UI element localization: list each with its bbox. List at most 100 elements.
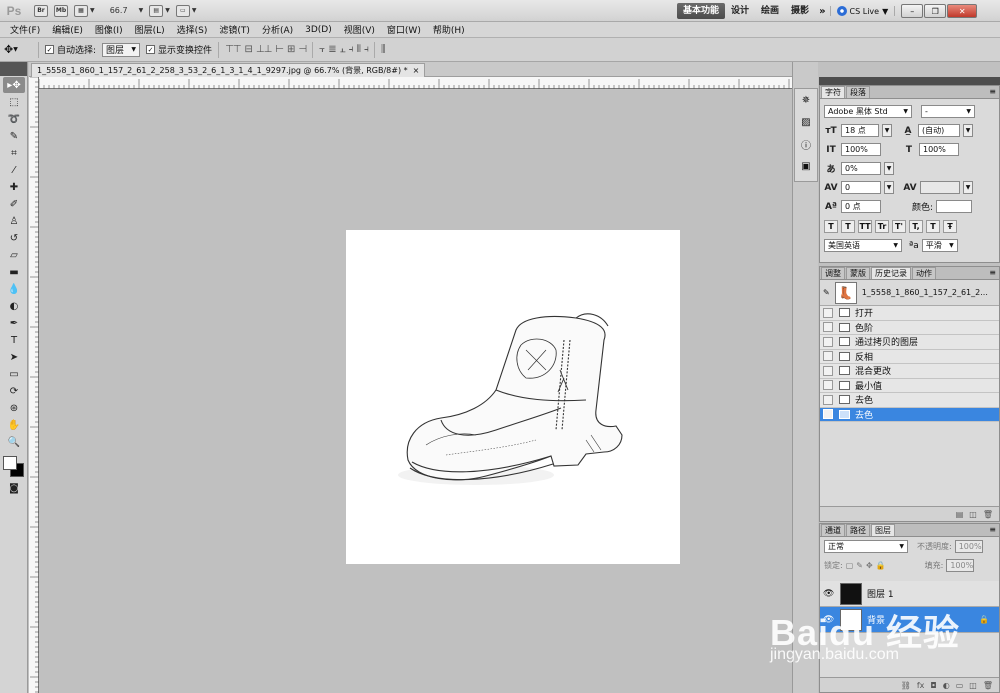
canvas-area[interactable] [40, 90, 792, 693]
cs-live-button[interactable]: CS Live ▼ [829, 6, 896, 16]
menu-3d[interactable]: 3D(D) [299, 25, 338, 35]
chevron-down-icon[interactable]: ▼ [884, 162, 894, 175]
view-extras-button[interactable]: ▦ ▼ [74, 3, 95, 19]
panel-menu-icon[interactable]: ≡ [989, 525, 996, 534]
link-layers-icon[interactable]: ⛓ [901, 681, 911, 690]
panel-menu-icon[interactable]: ≡ [989, 268, 996, 277]
histogram-icon[interactable]: ▨ [795, 111, 817, 133]
lasso-tool[interactable]: ➰ [3, 111, 25, 127]
history-item[interactable]: 反相 [820, 349, 999, 364]
add-mask-icon[interactable]: ◘ [930, 681, 936, 690]
opacity-field[interactable]: 100% [954, 540, 983, 553]
menu-edit[interactable]: 编辑(E) [46, 23, 89, 36]
menu-image[interactable]: 图像(I) [89, 23, 129, 36]
new-group-icon[interactable]: ▭ [956, 681, 964, 690]
menu-select[interactable]: 选择(S) [171, 23, 214, 36]
adjustment-layer-icon[interactable]: ◐ [943, 681, 950, 690]
history-item[interactable]: 最小值 [820, 378, 999, 393]
workspace-essentials[interactable]: 基本功能 [677, 3, 726, 19]
chevron-down-icon[interactable]: ▼ [884, 181, 894, 194]
strikethrough-button[interactable]: Ŧ [943, 219, 957, 233]
menu-view[interactable]: 视图(V) [338, 23, 381, 36]
navigator-icon[interactable]: ✵ [795, 89, 817, 111]
history-item[interactable]: 色阶 [820, 320, 999, 335]
more-workspaces-button[interactable]: » [815, 6, 829, 17]
layer-row[interactable]: 👁 图层 1 [820, 581, 999, 607]
healing-brush-tool[interactable]: ✚ [3, 179, 25, 195]
gradient-tool[interactable]: ▬ [3, 264, 25, 280]
align-top-icon[interactable]: ⊤⊤ [225, 44, 241, 55]
lock-all-icon[interactable]: 🔒 [876, 561, 886, 570]
pen-tool[interactable]: ✒ [3, 315, 25, 331]
hand-tool[interactable]: ✋ [3, 417, 25, 433]
quick-mask-button[interactable]: ◙ [3, 480, 25, 496]
shape-tool[interactable]: ▭ [3, 366, 25, 382]
lock-pixels-icon[interactable]: ✎ [856, 561, 863, 570]
menu-window[interactable]: 窗口(W) [381, 23, 427, 36]
history-item[interactable]: 混合更改 [820, 364, 999, 379]
history-source-checkbox[interactable] [823, 365, 833, 376]
workspace-painting[interactable]: 绘画 [755, 3, 785, 19]
close-button[interactable]: ✕ [947, 4, 978, 18]
align-hcenter-icon[interactable]: ⊞ [287, 44, 295, 55]
auto-align-button[interactable]: ⫼ [381, 44, 386, 55]
align-bottom-icon[interactable]: ⊥⊥ [256, 44, 272, 55]
eyedropper-tool[interactable]: ⁄ [3, 162, 25, 178]
distribute-left-icon[interactable]: ⫞ [349, 44, 354, 55]
tab-layers[interactable]: 图层 [871, 524, 895, 536]
chevron-down-icon[interactable]: ▼ [963, 181, 973, 194]
eraser-tool[interactable]: ▱ [3, 247, 25, 263]
toolbox-grip[interactable] [0, 62, 27, 76]
distribute-top-icon[interactable]: ⫟ [319, 44, 325, 55]
dodge-tool[interactable]: ◐ [3, 298, 25, 314]
screen-mode-button[interactable]: ▭ ▼ [175, 3, 197, 19]
new-document-from-state-icon[interactable]: ▤ [956, 510, 964, 519]
distribute-bottom-icon[interactable]: ⫠ [340, 44, 346, 55]
lock-transparency-icon[interactable]: ▢ [846, 561, 854, 570]
history-source-checkbox[interactable] [823, 351, 833, 362]
auto-select-checkbox[interactable]: ✓ [45, 45, 54, 54]
menu-file[interactable]: 文件(F) [4, 23, 46, 36]
tab-actions[interactable]: 动作 [912, 267, 936, 279]
chevron-down-icon[interactable]: ▼ [882, 124, 892, 137]
faux-bold-button[interactable]: T [824, 219, 838, 233]
new-layer-icon[interactable]: ◫ [969, 681, 977, 690]
align-vcenter-icon[interactable]: ⊟ [244, 44, 252, 55]
tab-paragraph[interactable]: 段落 [846, 86, 870, 98]
menu-filter[interactable]: 滤镜(T) [213, 23, 256, 36]
document-canvas[interactable] [346, 230, 680, 564]
history-source-checkbox[interactable] [823, 307, 833, 318]
history-source-checkbox[interactable] [823, 336, 833, 347]
history-brush-source-icon[interactable]: ✎ [823, 288, 830, 297]
history-item-selected[interactable]: 去色 [820, 407, 999, 422]
visibility-eye-icon[interactable]: 👁 [823, 615, 835, 625]
color-swatches[interactable] [2, 452, 26, 478]
history-item[interactable]: 打开 [820, 306, 999, 321]
zoom-level-select[interactable]: 66.7 ▼ [101, 3, 144, 19]
tab-paths[interactable]: 路径 [846, 524, 870, 536]
history-item[interactable]: 去色 [820, 393, 999, 408]
superscript-button[interactable]: T' [892, 219, 906, 233]
baseline-shift-field[interactable]: 0 点 [841, 200, 881, 213]
panel-top-grip[interactable] [819, 77, 1000, 85]
tool-preset-picker[interactable]: ✥ ▼ [4, 41, 32, 59]
info-icon[interactable]: ⓘ [795, 133, 817, 155]
history-snapshot[interactable]: ✎ 👢 1_5558_1_860_1_157_2_61_2... [820, 280, 999, 306]
3d-orbit-tool[interactable]: ⊛ [3, 400, 25, 416]
fill-field[interactable]: 100% [946, 559, 975, 572]
bridge-button[interactable]: Br [34, 3, 48, 19]
blur-tool[interactable]: 💧 [3, 281, 25, 297]
layer-row-selected[interactable]: 👁 背景 🔒 [820, 607, 999, 633]
blend-mode-select[interactable]: 正常 ▼ [824, 540, 908, 553]
show-transform-checkbox[interactable]: ✓ [146, 45, 156, 54]
restore-button[interactable]: ❐ [924, 4, 947, 18]
distribute-hcenter-icon[interactable]: ⦀ [357, 44, 362, 55]
font-size-field[interactable]: 18 点 [841, 124, 879, 137]
panel-menu-icon[interactable]: ≡ [989, 87, 996, 96]
menu-layer[interactable]: 图层(L) [129, 23, 171, 36]
faux-italic-button[interactable]: T [841, 219, 855, 233]
chevron-down-icon[interactable]: ▼ [963, 124, 973, 137]
path-select-tool[interactable]: ➤ [3, 349, 25, 365]
minimize-button[interactable]: – [901, 4, 924, 18]
history-source-checkbox[interactable] [823, 322, 833, 333]
